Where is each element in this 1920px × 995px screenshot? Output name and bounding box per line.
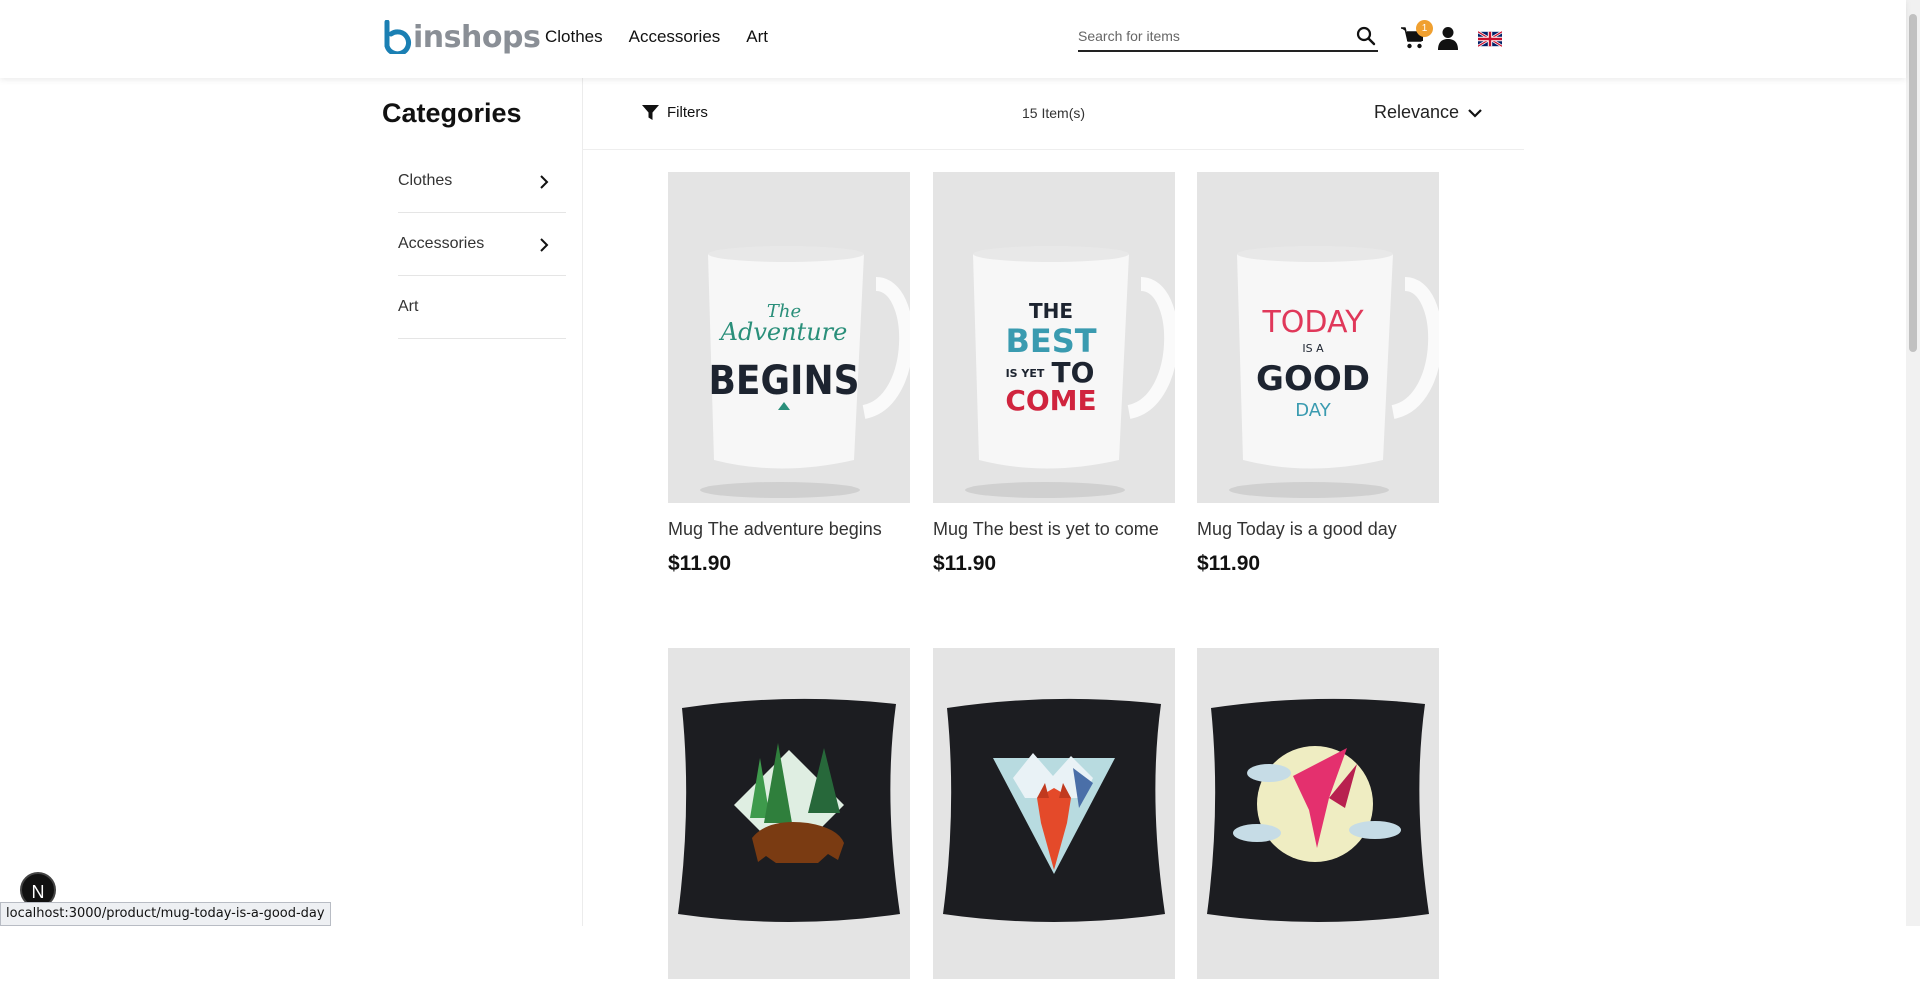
filter-icon [642,105,659,120]
mug-text-line: TODAY [1261,305,1364,340]
search-icon[interactable] [1356,26,1376,46]
scrollbar[interactable] [1906,0,1920,926]
pillow-image [1207,698,1429,922]
product-card[interactable]: THE BEST IS YET TO COME Mug The best is … [933,172,1175,576]
product-card[interactable]: TODAY IS A GOOD DAY Mug Today is a good … [1197,172,1439,576]
chevron-right-icon [540,238,549,252]
product-image[interactable]: THE BEST IS YET TO COME [933,172,1175,503]
nav-accessories[interactable]: Accessories [629,27,721,47]
items-count: 15 Item(s) [1022,105,1086,121]
logo[interactable]: inshops [382,18,541,56]
chevron-down-icon [1468,108,1482,118]
mug-text-line: IS A [1302,342,1324,355]
main-nav: Clothes Accessories Art [545,27,794,47]
product-card[interactable] [1197,648,1439,995]
product-name[interactable]: Mug Today is a good day [1197,519,1439,540]
product-image[interactable] [933,648,1175,979]
mug-text-line: Adventure [719,318,848,346]
sort-label: Relevance [1374,102,1460,122]
sidebar-divider [582,78,583,926]
product-image[interactable]: TODAY IS A GOOD DAY [1197,172,1439,503]
logo-b-icon [384,20,412,54]
pillow-image [943,698,1165,922]
mug-text-line: IS YET [1006,367,1045,380]
category-label: Art [398,298,419,315]
site-header: inshops Clothes Accessories Art 1 [0,0,1906,78]
product-card[interactable] [933,648,1175,995]
categories-title: Categories [382,98,522,128]
category-label: Clothes [398,172,453,189]
product-name[interactable]: Mug The adventure begins [668,519,910,540]
product-name[interactable]: Mug The best is yet to come [933,519,1175,540]
mug-text-line: GOOD [1256,359,1370,399]
nav-art[interactable]: Art [746,27,768,47]
mug-text-line: COME [1005,384,1096,417]
mug-image: The Adventure BEGINS [700,246,910,498]
mug-text-line: DAY [1295,400,1331,421]
product-image[interactable]: The Adventure BEGINS [668,172,910,503]
category-label: Accessories [398,235,485,252]
category-item-clothes[interactable]: Clothes [398,150,566,213]
mug-image: THE BEST IS YET TO COME [965,246,1175,498]
product-image[interactable] [668,648,910,979]
sort-dropdown[interactable]: Relevance [1374,102,1483,123]
mug-text-line: BEST [1005,322,1096,360]
logo-text: inshops [413,19,541,55]
uk-flag-icon[interactable] [1478,30,1502,48]
product-price: $11.90 [1197,552,1261,575]
filters-label: Filters [667,104,708,121]
user-icon[interactable] [1437,26,1459,50]
cart-count-badge: 1 [1416,20,1433,37]
product-image[interactable] [1197,648,1439,979]
filters-button[interactable]: Filters [642,104,708,121]
mug-text-line: BEGINS [708,357,859,403]
product-price: $11.90 [668,552,732,575]
pillow-image [678,698,900,922]
product-card[interactable]: The Adventure BEGINS Mug The adventure b… [668,172,910,576]
mug-text-line: THE [1029,299,1073,323]
product-price: $11.90 [933,552,997,575]
scrollbar-thumb[interactable] [1909,14,1917,352]
chevron-right-icon [540,175,549,189]
product-card[interactable] [668,648,910,995]
search-input[interactable] [1078,22,1338,50]
category-list: Clothes Accessories Art [398,150,566,339]
mug-image: TODAY IS A GOOD DAY [1229,246,1439,498]
status-url-bar: localhost:3000/product/mug-today-is-a-go… [0,902,331,926]
nav-clothes[interactable]: Clothes [545,27,603,47]
category-item-art[interactable]: Art [398,276,566,339]
category-item-accessories[interactable]: Accessories [398,213,566,276]
search-bar [1078,22,1378,52]
listing-toolbar: Filters 15 Item(s) Relevance [582,78,1524,150]
